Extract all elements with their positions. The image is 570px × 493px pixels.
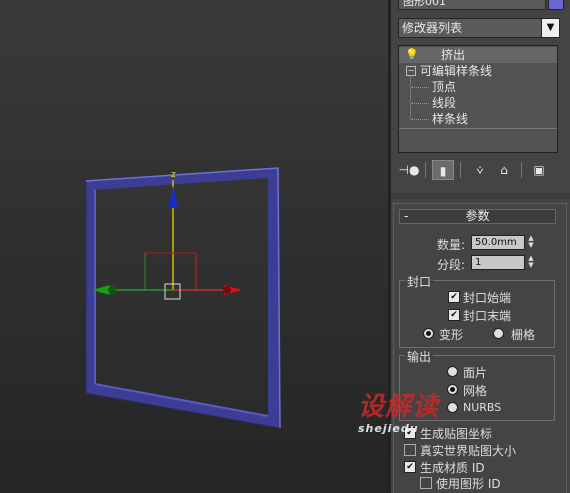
show-end-result-icon[interactable]: ▮ xyxy=(432,160,454,180)
tree-line xyxy=(411,119,429,120)
gen-mat-id-label: 生成材质 ID xyxy=(420,461,485,475)
modifier-list-dropdown[interactable]: 修改器列表 ▼ xyxy=(398,18,560,38)
parameters-rollout: - 参数 数量: 50.0mm ▲ ▼ 分段: 1 ▲ ▼ 封口 ✔ 封口始端 ✔ … xyxy=(393,203,567,493)
morph-radio[interactable] xyxy=(423,328,434,339)
use-shape-id-label: 使用图形 ID xyxy=(436,477,501,491)
watermark-text: shejiedu xyxy=(358,422,419,435)
grid-label: 栅格 xyxy=(511,328,536,342)
stack-item-label: 可编辑样条线 xyxy=(420,64,493,78)
rollout-title: 参数 xyxy=(465,209,490,223)
stack-item-editable-spline[interactable]: − 可编辑样条线 xyxy=(399,63,557,79)
output-group-title: 输出 xyxy=(405,348,434,365)
stack-toolbar: ⊣● ▮ ⩒ ⌂ ▣ xyxy=(398,160,563,182)
amount-label: 数量: xyxy=(437,238,466,252)
lightbulb-icon[interactable]: 💡 xyxy=(405,48,419,61)
perspective-viewport[interactable]: z xyxy=(0,0,388,493)
tree-line xyxy=(410,75,411,119)
viewport-scene: z xyxy=(85,167,281,429)
cap-start-checkbox[interactable]: ✔ xyxy=(448,291,460,303)
tree-line xyxy=(411,103,429,104)
extruded-frame[interactable] xyxy=(85,167,281,429)
modifier-list-label: 修改器列表 xyxy=(402,21,463,35)
stack-item-label: 线段 xyxy=(432,96,457,110)
tree-line xyxy=(411,87,429,88)
gen-mat-id-checkbox[interactable]: ✔ xyxy=(404,461,416,473)
real-world-map-checkbox[interactable] xyxy=(404,444,416,456)
collapse-icon[interactable]: − xyxy=(406,66,416,76)
chevron-down-icon[interactable]: ▼ xyxy=(541,19,559,37)
watermark: 设解读 shejiedu xyxy=(358,386,478,436)
parameters-rollout-header[interactable]: - 参数 xyxy=(399,209,556,224)
patch-label: 面片 xyxy=(463,366,488,380)
real-world-map-label: 真实世界贴图大小 xyxy=(420,444,517,458)
toolbar-divider xyxy=(460,162,461,178)
grid-radio[interactable] xyxy=(493,328,504,339)
cap-end-label: 封口末端 xyxy=(463,309,512,323)
toolbar-divider xyxy=(521,162,522,178)
cap-end-checkbox[interactable]: ✔ xyxy=(448,309,460,321)
collapse-icon[interactable]: - xyxy=(404,210,408,223)
object-name-field[interactable]: 图形001 xyxy=(398,0,546,10)
rollout-separator xyxy=(391,193,570,199)
pin-stack-icon[interactable]: ⊣● xyxy=(398,160,420,180)
morph-label: 变形 xyxy=(439,328,464,342)
segments-spinner-arrows[interactable]: ▲ ▼ xyxy=(526,255,536,270)
cap-start-label: 封口始端 xyxy=(463,291,512,305)
stack-item-extrude[interactable]: 💡 挤出 xyxy=(399,47,557,63)
z-axis-label: z xyxy=(171,170,176,180)
segments-field[interactable]: 1 xyxy=(471,255,525,270)
remove-modifier-icon[interactable]: ⌂ xyxy=(493,160,515,180)
watermark-logo: 设解读 xyxy=(358,392,440,422)
amount-spinner-arrows[interactable]: ▲ ▼ xyxy=(526,235,536,250)
patch-radio[interactable] xyxy=(447,366,458,377)
modifier-stack[interactable]: 💡 挤出 − 可编辑样条线 顶点 线段 样条线 xyxy=(398,45,558,153)
cap-group: 封口 ✔ 封口始端 ✔ 封口末端 变形 栅格 xyxy=(399,273,555,348)
object-color-swatch[interactable] xyxy=(548,0,564,10)
stack-item-label: 顶点 xyxy=(432,80,457,94)
configure-modifier-sets-icon[interactable]: ▣ xyxy=(528,160,550,180)
stack-divider xyxy=(399,128,557,129)
toolbar-divider xyxy=(425,162,426,178)
segments-label: 分段: xyxy=(437,258,466,272)
cap-group-title: 封口 xyxy=(405,273,434,290)
make-unique-icon[interactable]: ⩒ xyxy=(469,160,491,180)
amount-field[interactable]: 50.0mm xyxy=(471,235,525,250)
stack-item-label: 样条线 xyxy=(432,112,469,126)
stack-item-label: 挤出 xyxy=(441,48,466,62)
use-shape-id-checkbox[interactable] xyxy=(420,477,432,489)
